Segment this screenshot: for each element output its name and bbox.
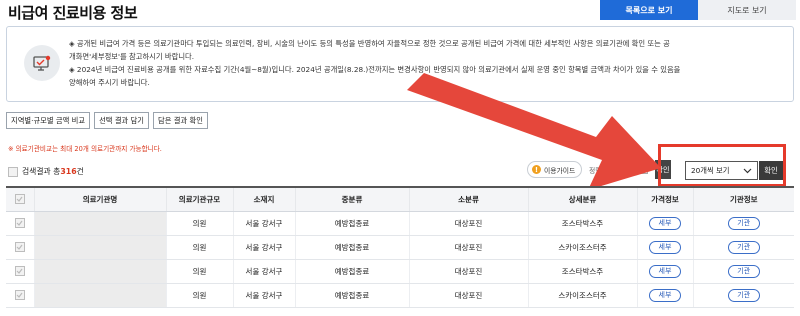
cell-scale: 의원 (165, 211, 233, 236)
usage-guide-label: 이용가이드 (544, 166, 576, 175)
header-scale: 의료기관규모 (165, 186, 233, 212)
institution-info-button[interactable]: 기관 (727, 240, 760, 254)
highlight-box (658, 144, 786, 187)
info-cell: 기관 (692, 259, 794, 284)
cell-detail: 조스타박스주 (527, 211, 637, 236)
row-checkbox[interactable] (14, 242, 25, 252)
table-row: 의원 서울 강서구 예방접종료 대상포진 스카이조스터주 세부 기관 (6, 283, 794, 308)
cell-detail: 스카이조스터주 (527, 283, 637, 308)
region-compare-button[interactable]: 지역별·규모별 금액 비교 (6, 112, 91, 129)
row-checkbox-cell (6, 283, 34, 308)
notice-line: 양해하여 주시기 바랍니다. (69, 78, 150, 87)
institution-info-button[interactable]: 기관 (727, 264, 760, 278)
select-all-result-checkbox[interactable] (8, 166, 18, 177)
notice-line: 개화면'세부정보'를 참고하시기 바랍니다. (69, 52, 195, 61)
institution-name-cell[interactable] (33, 235, 166, 260)
list-view-tab[interactable]: 목록으로 보기 (600, 0, 698, 20)
sort-dropdown-icon[interactable]: ▾ (637, 163, 648, 174)
header-price-info: 가격정보 (636, 186, 693, 212)
cell-scale: 의원 (165, 259, 233, 284)
notice-line: ◈ 공개된 비급여 가격 등은 의료기관마다 투입되는 의료인력, 장비, 시술… (69, 39, 670, 48)
map-view-tab[interactable]: 지도로 보기 (698, 0, 796, 20)
result-suffix: 건 (76, 167, 84, 176)
page-title: 비급여 진료비용 정보 (8, 4, 138, 22)
price-cell: 세부 (636, 283, 693, 308)
institution-info-button[interactable]: 기관 (727, 288, 760, 302)
price-detail-button[interactable]: 세부 (649, 240, 681, 254)
cell-scale: 의원 (165, 235, 233, 260)
row-checkbox[interactable] (14, 266, 25, 276)
results-table: 의료기관명 의료기관규모 소재지 중분류 소분류 상세분류 가격정보 기관정보 … (6, 186, 794, 308)
institution-name-cell[interactable] (33, 259, 166, 284)
row-checkbox-cell (6, 235, 34, 260)
row-checkbox-cell (6, 259, 34, 284)
cell-location: 서울 강서구 (232, 211, 295, 236)
cell-scale: 의원 (165, 283, 233, 308)
header-detail-category: 상세분류 (527, 186, 637, 212)
price-detail-button[interactable]: 세부 (649, 264, 681, 278)
cell-location: 서울 강서구 (232, 283, 295, 308)
header-checkbox-cell (6, 186, 34, 212)
cell-detail: 스카이조스터주 (527, 235, 637, 260)
header-small-category: 소분류 (408, 186, 528, 212)
institution-name-cell[interactable] (33, 283, 166, 308)
sort-criteria-label: 정렬기준 선택 (589, 167, 629, 175)
result-count: 316 (60, 167, 77, 176)
header-location: 소재지 (232, 186, 295, 212)
cell-mid: 예방접종료 (294, 211, 409, 236)
row-checkbox[interactable] (14, 218, 25, 228)
notice-line: ◈ 2024년 비급여 진료비용 공개를 위한 자료수집 기간(4월~8월)입니… (69, 65, 681, 74)
result-summary: 검색결과 총 316 건 (8, 166, 84, 177)
row-checkbox-cell (6, 211, 34, 236)
save-selection-button[interactable]: 선택 결과 담기 (94, 112, 150, 129)
result-prefix: 검색결과 총 (22, 167, 61, 176)
table-header-row: 의료기관명 의료기관규모 소재지 중분류 소분류 상세분류 가격정보 기관정보 (6, 186, 794, 212)
table-row: 의원 서울 강서구 예방접종료 대상포진 조스타박스주 세부 기관 (6, 259, 794, 284)
action-buttons: 지역별·규모별 금액 비교 선택 결과 담기 담은 결과 확인 (6, 112, 212, 129)
price-cell: 세부 (636, 235, 693, 260)
select-all-checkbox[interactable] (14, 194, 25, 205)
cell-mid: 예방접종료 (294, 235, 409, 260)
header-institution-info: 기관정보 (692, 186, 794, 212)
institution-info-button[interactable]: 기관 (727, 216, 760, 230)
cell-mid: 예방접종료 (294, 283, 409, 308)
notice-text: ◈ 공개된 비급여 가격 등은 의료기관마다 투입되는 의료인력, 장비, 시술… (69, 37, 781, 89)
institution-name-cell[interactable] (33, 211, 166, 236)
price-detail-button[interactable]: 세부 (649, 216, 681, 230)
cell-small: 대상포진 (408, 283, 528, 308)
monitor-check-icon (24, 45, 60, 81)
cell-detail: 조스타박스주 (527, 259, 637, 284)
usage-guide-button[interactable]: ! 이용가이드 (527, 161, 583, 178)
compare-limit-warning: ※ 의료기관비교는 최대 20개 의료기관까지 가능합니다. (8, 145, 162, 153)
info-cell: 기관 (692, 235, 794, 260)
price-detail-button[interactable]: 세부 (649, 288, 681, 302)
cell-location: 서울 강서구 (232, 259, 295, 284)
table-row: 의원 서울 강서구 예방접종료 대상포진 조스타박스주 세부 기관 (6, 211, 794, 236)
info-icon: ! (532, 165, 541, 174)
notice-box: ◈ 공개된 비급여 가격 등은 의료기관마다 투입되는 의료인력, 장비, 시술… (6, 26, 794, 102)
cell-mid: 예방접종료 (294, 259, 409, 284)
cell-small: 대상포진 (408, 211, 528, 236)
price-cell: 세부 (636, 211, 693, 236)
info-cell: 기관 (692, 283, 794, 308)
header-mid-category: 중분류 (294, 186, 409, 212)
price-cell: 세부 (636, 259, 693, 284)
view-saved-button[interactable]: 담은 결과 확인 (153, 112, 208, 129)
view-toggle: 목록으로 보기 지도로 보기 (600, 0, 796, 20)
row-checkbox[interactable] (14, 290, 25, 300)
info-cell: 기관 (692, 211, 794, 236)
cell-small: 대상포진 (408, 259, 528, 284)
header-name: 의료기관명 (33, 186, 166, 212)
table-row: 의원 서울 강서구 예방접종료 대상포진 스카이조스터주 세부 기관 (6, 235, 794, 260)
cell-location: 서울 강서구 (232, 235, 295, 260)
cell-small: 대상포진 (408, 235, 528, 260)
